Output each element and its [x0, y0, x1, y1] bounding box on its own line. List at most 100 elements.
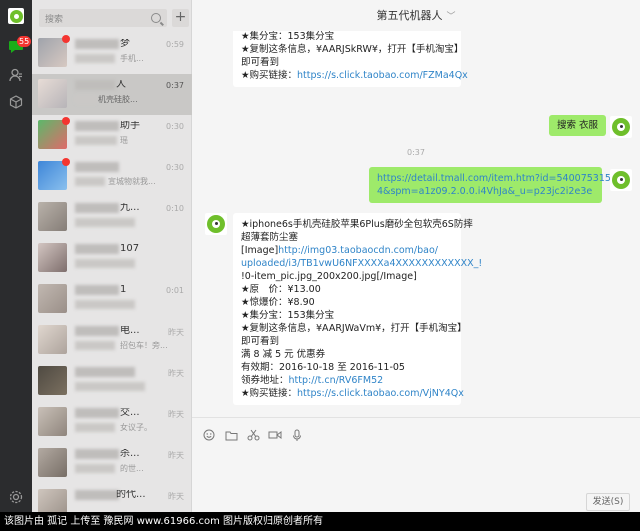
conversation-item[interactable]: 交... 女议子。 昨天 [32, 402, 192, 443]
conversation-preview: 女议子。 [120, 423, 152, 432]
blurred-name [75, 490, 119, 500]
robot-logo-icon [207, 215, 225, 233]
conversation-item[interactable]: 宣城物就我... 0:30 [32, 156, 192, 197]
unread-dot [62, 117, 70, 125]
message-bubble-received[interactable]: ★iphone6s手机壳硅胶苹果6Plus磨砂全包软壳6S防摔 超薄套防尘塞 [… [233, 213, 482, 405]
conversation-name: 人 [116, 80, 126, 90]
coupon-link[interactable]: http://t.cn/RV6FM52 [289, 375, 384, 386]
contact-avatar [38, 489, 67, 512]
conversation-preview: 机壳硅胶... [98, 95, 138, 104]
conversation-time: 昨天 [168, 369, 184, 378]
conversation-time: 0:10 [166, 204, 184, 213]
search-box[interactable]: 搜索 [39, 9, 167, 27]
image-link[interactable]: uploaded/i3/TB1vwU6NFXXXXa4XXXXXXXXXXXX_… [241, 257, 482, 270]
conversation-time: 0:59 [166, 40, 184, 49]
image-tag: [Image] [241, 245, 279, 256]
coupon-text: 满 8 减 5 元 优惠券 [241, 349, 326, 360]
blurred-preview [75, 95, 97, 104]
buy-link[interactable]: https://s.click.taobao.com/VjNY4Qx [297, 388, 464, 399]
left-rail: 55 [0, 0, 32, 512]
blurred-name [75, 326, 119, 336]
contact-avatar [38, 284, 67, 313]
conversation-name: 107 [120, 244, 140, 254]
contact-avatar [38, 325, 67, 354]
message-list[interactable]: ★集分宝：153集分宝 ★复制这条信息，¥AARJSkRW¥，打开【手机淘宝】 … [192, 31, 640, 417]
conversation-name [120, 367, 200, 377]
blurred-name [75, 39, 119, 49]
conversation-item[interactable]: 助手 瑶 0:30 [32, 115, 192, 156]
contact-avatar [38, 366, 67, 395]
conversation-time: 0:01 [166, 286, 184, 295]
watermark-footer: 该图片由 孤记 上传至 豫民网 www.61966.com 图片版权归原创者所有 [0, 512, 640, 531]
blurred-name [75, 80, 115, 90]
conversation-item[interactable]: 1 0:01 [32, 279, 192, 320]
conversation-item[interactable]: 九... 0:10 [32, 197, 192, 238]
video-icon[interactable] [268, 428, 282, 442]
conversation-name [120, 162, 200, 172]
search-input[interactable]: 搜索 [45, 12, 151, 25]
conversation-time: 昨天 [168, 328, 184, 337]
buy-link[interactable]: https://s.click.taobao.com/FZMa4Qx [297, 70, 468, 81]
robot-logo-icon [612, 171, 630, 189]
message-bubble-sent[interactable]: https://detail.tmall.com/item.htm?id=540… [369, 167, 623, 203]
my-robot-avatar[interactable] [610, 116, 632, 138]
scissors-icon[interactable] [246, 428, 260, 442]
my-avatar[interactable] [8, 8, 24, 24]
send-button[interactable]: 发送(S) [586, 493, 630, 511]
contact-avatar [38, 448, 67, 477]
image-link[interactable]: http://img03.taobaocdn.com/bao/ [278, 245, 438, 256]
product-link[interactable]: 4&spm=a1z09.2.0.0.i4VhJa&_u=p23jc2i2e3e [377, 185, 594, 198]
blurred-name [75, 449, 119, 459]
conversation-preview [120, 300, 186, 310]
blurred-preview [75, 341, 115, 350]
folder-icon[interactable] [224, 428, 238, 442]
conversation-item-selected[interactable]: 人 机壳硅胶... 0:37 [32, 74, 192, 115]
conversation-name: 九... [120, 203, 140, 213]
chat-panel: 第五代机器人 ﹀ ★集分宝：153集分宝 ★复制这条信息，¥AARJSkRW¥，打… [192, 0, 640, 512]
favorites-cube-icon[interactable] [7, 93, 25, 111]
conversation-item[interactable]: 梦 手机... 0:59 [32, 33, 192, 74]
conversation-name: 杀... [120, 449, 140, 459]
conversation-item[interactable]: 电... 招包车！旁... 昨天 [32, 320, 192, 361]
contacts-icon[interactable] [7, 66, 25, 84]
message-bubble-received[interactable]: ★集分宝：153集分宝 ★复制这条信息，¥AARJSkRW¥，打开【手机淘宝】 … [233, 31, 468, 87]
message-bubble-sent[interactable]: 搜索 衣服 [549, 115, 607, 136]
contact-avatar [38, 161, 67, 190]
robot-logo-icon [9, 9, 23, 23]
product-link[interactable]: https://detail.tmall.com/item.htm?id=540… [377, 172, 623, 185]
conversation-preview [120, 218, 186, 228]
coupon-label: 领券地址： [241, 375, 289, 386]
my-robot-avatar[interactable] [610, 169, 632, 191]
conversation-time: 0:30 [166, 163, 184, 172]
message-timestamp: 0:37 [407, 148, 425, 157]
conversation-item[interactable]: 昨天 [32, 361, 192, 402]
buy-label: ★购买链接： [241, 388, 298, 399]
validity: 有效期：2016-10-18 至 2016-11-05 [241, 362, 405, 373]
product-title: ★iphone6s手机壳硅胶苹果6Plus磨砂全包软壳6S防摔 [241, 219, 473, 230]
conversation-time: 昨天 [168, 492, 184, 501]
conversation-name: 交... [120, 408, 140, 418]
conversation-item[interactable]: 的代... 昨天 [32, 484, 192, 512]
chevron-down-icon[interactable]: ﹀ [446, 2, 455, 33]
conversation-preview: 宣城物就我... [108, 177, 156, 186]
wechat-window: 55 搜索 + 梦 手机... 0:59 人 机壳硅胶... 0:37 助手 瑶… [0, 0, 640, 512]
microphone-icon[interactable] [290, 428, 304, 442]
promo-price: ★惊爆价：¥8.90 [241, 297, 315, 308]
blurred-preview [75, 464, 115, 473]
composer[interactable]: 发送(S) [192, 417, 640, 512]
chat-header[interactable]: 第五代机器人 ﹀ [192, 0, 640, 31]
settings-gear-icon[interactable] [7, 488, 25, 506]
conversation-name: 助手 [120, 121, 140, 131]
conversation-preview: 手机... [120, 54, 144, 63]
unread-badge: 55 [17, 36, 32, 47]
contact-avatar [38, 202, 67, 231]
conversation-item[interactable]: 杀... 的世... 昨天 [32, 443, 192, 484]
emoji-icon[interactable] [202, 428, 216, 442]
blurred-name [75, 244, 119, 254]
contact-avatar [38, 120, 67, 149]
blurred-name [75, 285, 119, 295]
bot-avatar[interactable] [205, 213, 227, 235]
contact-avatar [38, 38, 67, 67]
add-chat-button[interactable]: + [172, 9, 189, 27]
conversation-item[interactable]: 107 [32, 238, 192, 279]
